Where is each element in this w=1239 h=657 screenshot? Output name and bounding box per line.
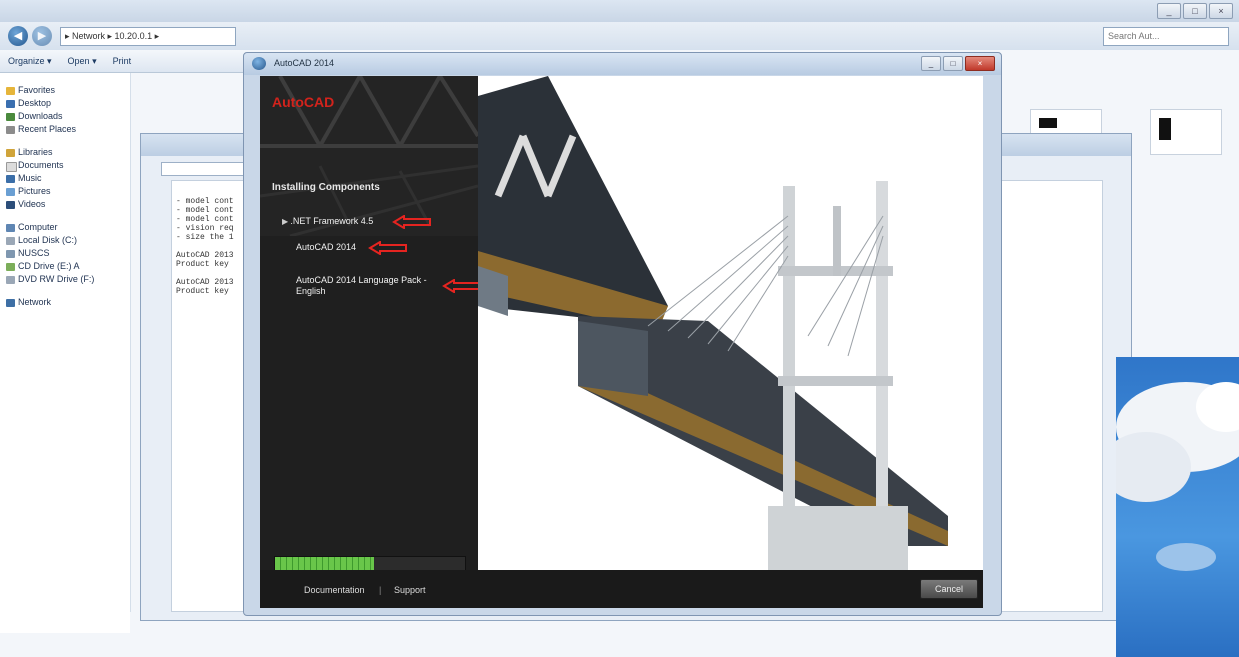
minimize-button[interactable]: _ <box>921 56 941 71</box>
nav-item-desktop[interactable]: Desktop <box>0 98 130 111</box>
cancel-button[interactable]: Cancel <box>920 579 978 599</box>
library-icon <box>6 149 15 157</box>
notepad-menu[interactable] <box>161 162 245 176</box>
document-icon <box>6 162 17 172</box>
component-item: ▶ .NET Framework 4.5 <box>282 216 374 226</box>
progress-fill <box>275 557 374 570</box>
picture-icon <box>6 188 15 196</box>
nav-item-favorites[interactable]: Favorites <box>0 85 130 98</box>
documentation-link[interactable]: Documentation <box>304 585 365 595</box>
nav-item-videos[interactable]: Videos <box>0 199 130 212</box>
dvd-drive-icon <box>6 276 15 284</box>
nav-item-local-disk[interactable]: Local Disk (C:) <box>0 235 130 248</box>
installer-side-panel: AutoCAD Installing Components ▶ .NET Fra… <box>260 76 478 570</box>
drive-icon <box>6 237 15 245</box>
bridge-hero-image <box>478 76 983 570</box>
installer-title: AutoCAD 2014 <box>274 58 335 68</box>
nav-item-downloads[interactable]: Downloads <box>0 111 130 124</box>
red-arrow-annotation-icon <box>442 279 478 293</box>
file-thumbnail[interactable] <box>1150 109 1222 155</box>
minimize-button[interactable]: _ <box>1157 3 1181 19</box>
nav-item-recent-places[interactable]: Recent Places <box>0 124 130 137</box>
installer-titlebar: AutoCAD 2014 _ □ × <box>244 53 1001 75</box>
installer-footer: Documentation | Support Cancel <box>260 570 983 608</box>
nav-item-documents[interactable]: Documents <box>0 160 130 173</box>
network-drive-icon <box>6 250 15 258</box>
maximize-button[interactable]: □ <box>1183 3 1207 19</box>
explorer-titlebar: _ □ × <box>0 0 1239 22</box>
print-button[interactable]: Print <box>113 56 132 66</box>
address-field[interactable]: ▸ Network ▸ 10.20.0.1 ▸ <box>60 27 236 46</box>
nav-item-network-drive[interactable]: NUSCS <box>0 248 130 261</box>
recent-icon <box>6 126 15 134</box>
close-button[interactable]: × <box>965 56 995 71</box>
autocad-logo: AutoCAD <box>272 94 335 110</box>
explorer-toolbar: Organize ▾ Open ▾ Print <box>0 50 248 73</box>
forward-icon[interactable]: ▶ <box>32 26 52 46</box>
nav-item-pictures[interactable]: Pictures <box>0 186 130 199</box>
nav-item-network[interactable]: Network <box>0 297 130 310</box>
installer-window: AutoCAD 2014 _ □ × AutoCAD Installing Co… <box>243 52 1002 616</box>
address-bar-row: ◀ ▶ ▸ Network ▸ 10.20.0.1 ▸ Search Aut..… <box>0 22 1239 50</box>
close-button[interactable]: × <box>1209 3 1233 19</box>
nav-item-libraries[interactable]: Libraries <box>0 147 130 160</box>
disc-icon <box>6 263 15 271</box>
desktop-icon <box>6 100 15 108</box>
autocad-app-icon <box>252 57 266 70</box>
red-arrow-annotation-icon <box>392 215 431 229</box>
footer-separator: | <box>379 585 382 595</box>
installing-components-heading: Installing Components <box>272 182 380 193</box>
cloud-image <box>1116 382 1239 571</box>
search-input[interactable]: Search Aut... <box>1103 27 1229 46</box>
maximize-button[interactable]: □ <box>943 56 963 71</box>
desktop-wallpaper <box>1116 357 1239 657</box>
star-icon <box>6 87 15 95</box>
installer-window-controls: _ □ × <box>921 56 995 71</box>
red-arrow-annotation-icon <box>368 241 407 255</box>
organize-button[interactable]: Organize ▾ <box>8 56 52 67</box>
network-icon <box>6 299 15 307</box>
video-icon <box>6 201 15 209</box>
download-icon <box>6 113 15 121</box>
back-icon[interactable]: ◀ <box>8 26 28 46</box>
bridge-image <box>478 76 983 570</box>
computer-icon <box>6 224 15 232</box>
component-item: AutoCAD 2014 Language Pack - English <box>296 275 427 296</box>
nav-item-dvd-drive[interactable]: DVD RW Drive (F:) <box>0 274 130 287</box>
open-button[interactable]: Open ▾ <box>68 56 97 67</box>
nav-item-computer[interactable]: Computer <box>0 222 130 235</box>
nav-item-music[interactable]: Music <box>0 173 130 186</box>
music-icon <box>6 175 15 183</box>
window-controls: _ □ × <box>1157 3 1233 19</box>
nav-item-cd-drive[interactable]: CD Drive (E:) A <box>0 261 130 274</box>
navigation-pane: Favorites Desktop Downloads Recent Place… <box>0 73 131 633</box>
component-item: AutoCAD 2014 <box>296 242 357 252</box>
support-link[interactable]: Support <box>394 585 426 595</box>
install-progress-bar <box>274 556 466 571</box>
